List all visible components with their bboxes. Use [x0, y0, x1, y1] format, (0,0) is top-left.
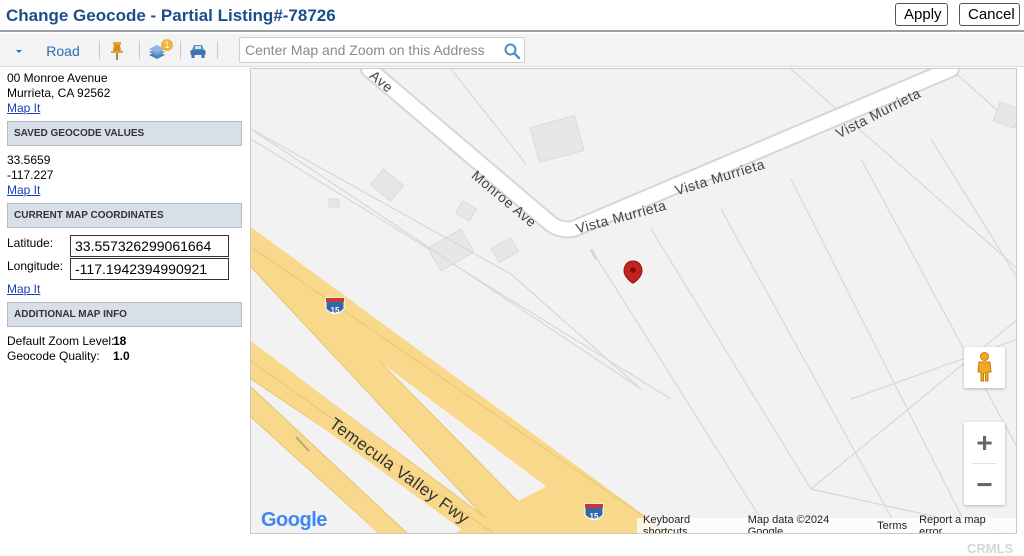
toolbar-divider	[99, 41, 100, 59]
layers-icon[interactable]: 1	[146, 34, 176, 67]
saved-latitude: 33.5659	[7, 153, 51, 167]
map-data-label: Map data ©2024 Google	[747, 514, 830, 534]
report-error-link[interactable]: Report a map error	[919, 514, 1010, 533]
cancel-button[interactable]: Cancel	[959, 3, 1020, 26]
geocode-quality-value: 1.0	[113, 349, 130, 363]
map-background: 15 15	[251, 69, 1016, 533]
map-canvas[interactable]: 15 15 Ave Monroe Ave Vista Murrieta Vist…	[250, 68, 1017, 534]
geocode-panel: 00 Monroe Avenue Murrieta, CA 92562 Map …	[0, 68, 250, 556]
keyboard-shortcuts-link[interactable]: Keyboard shortcuts	[643, 514, 736, 533]
search-icon[interactable]	[503, 42, 521, 60]
map-toolbar: Road 1	[0, 34, 1024, 67]
longitude-label: Longitude:	[7, 259, 64, 273]
street-view-pegman-icon[interactable]	[964, 347, 1005, 388]
google-logo: Google	[261, 509, 327, 531]
layers-badge: 1	[164, 40, 169, 50]
page-title: Change Geocode - Partial Listing#-78726	[6, 6, 336, 25]
address-map-it-link[interactable]: Map It	[7, 101, 40, 115]
pushpin-icon[interactable]	[106, 34, 128, 67]
chevron-down-icon[interactable]	[10, 34, 28, 67]
zoom-out-button[interactable]: −	[964, 464, 1005, 505]
zoom-level-value: 18	[113, 334, 127, 348]
address-search-input[interactable]	[240, 38, 502, 62]
car-icon[interactable]	[187, 34, 209, 67]
apply-button[interactable]: Apply	[895, 3, 948, 26]
toolbar-divider	[180, 41, 181, 59]
saved-geocode-heading: SAVED GEOCODE VALUES	[7, 121, 242, 146]
map-attribution: Keyboard shortcuts Map data ©2024 Google…	[637, 514, 1016, 533]
address-line-2: Murrieta, CA 92562	[7, 86, 111, 100]
current-map-it-link[interactable]: Map It	[7, 282, 40, 296]
additional-info-heading: ADDITIONAL MAP INFO	[7, 302, 242, 327]
saved-longitude: -117.227	[7, 168, 54, 182]
shield-number: 15	[590, 512, 599, 521]
latitude-input[interactable]	[70, 235, 229, 257]
current-coords-heading: CURRENT MAP COORDINATES	[7, 203, 242, 228]
zoom-control: + −	[964, 422, 1005, 505]
geocode-quality-label: Geocode Quality:	[7, 349, 100, 363]
toolbar-divider	[217, 41, 218, 59]
terms-link[interactable]: Terms	[877, 520, 907, 532]
zoom-level-label: Default Zoom Level:	[7, 334, 115, 348]
map-type-road[interactable]: Road	[38, 34, 88, 67]
watermark: CRMLS	[967, 541, 1014, 556]
saved-map-it-link[interactable]: Map It	[7, 183, 40, 197]
longitude-input[interactable]	[70, 258, 229, 280]
address-line-1: 00 Monroe Avenue	[7, 71, 108, 85]
address-search	[239, 37, 525, 63]
location-marker-icon[interactable]	[623, 260, 643, 284]
title-bar: Change Geocode - Partial Listing#-78726 …	[0, 0, 1024, 32]
toolbar-divider	[139, 41, 140, 59]
shield-number: 15	[331, 306, 340, 315]
latitude-label: Latitude:	[7, 236, 54, 250]
zoom-in-button[interactable]: +	[964, 422, 1005, 463]
